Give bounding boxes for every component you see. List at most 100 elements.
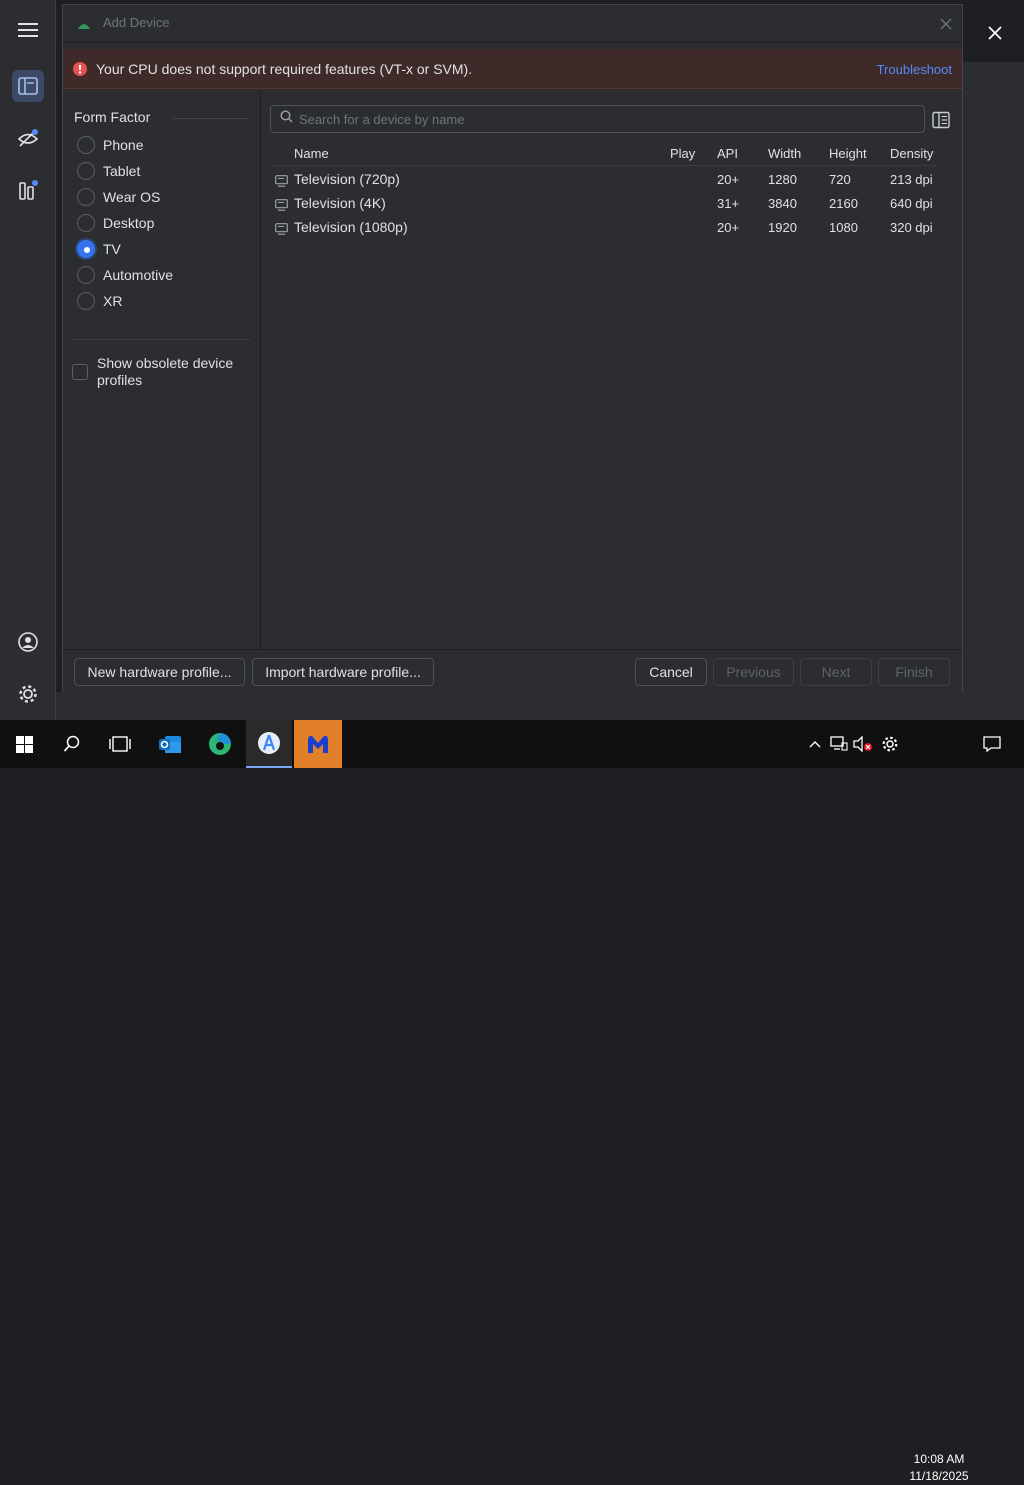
finish-button[interactable]: Finish bbox=[878, 658, 950, 686]
form-factor-label: TV bbox=[103, 241, 121, 257]
device-density: 640 dpi bbox=[890, 196, 933, 211]
search-icon[interactable] bbox=[48, 720, 96, 768]
form-factor-header: Form Factor bbox=[74, 109, 151, 125]
form-factor-phone[interactable]: Phone bbox=[77, 134, 143, 156]
device-density: 213 dpi bbox=[890, 172, 933, 187]
close-icon[interactable] bbox=[980, 18, 1010, 48]
dialog-footer: New hardware profile... Import hardware … bbox=[63, 649, 962, 692]
radio-button[interactable] bbox=[77, 292, 95, 310]
clock-date: 11/18/2025 bbox=[909, 1469, 969, 1483]
show-obsolete-label: Show obsolete device profiles bbox=[97, 355, 234, 388]
table-row[interactable]: Television (4K) 31+ 3840 2160 640 dpi bbox=[270, 192, 936, 216]
troubleshoot-link[interactable]: Troubleshoot bbox=[877, 62, 952, 77]
device-api: 20+ bbox=[717, 172, 740, 187]
device-name: Television (720p) bbox=[294, 171, 400, 187]
device-height: 720 bbox=[829, 172, 851, 187]
gear-icon[interactable] bbox=[12, 678, 44, 710]
tv-icon bbox=[275, 222, 288, 240]
device-list-pane: Name Play API Width Height Density Telev… bbox=[263, 90, 962, 649]
account-icon[interactable] bbox=[12, 626, 44, 658]
error-icon bbox=[73, 62, 87, 81]
divider bbox=[73, 339, 251, 340]
ide-left-toolbar bbox=[0, 0, 56, 720]
form-factor-tv[interactable]: TV bbox=[77, 238, 121, 260]
column-header-width[interactable]: Width bbox=[768, 146, 801, 161]
device-width: 3840 bbox=[768, 196, 797, 211]
column-header-api[interactable]: API bbox=[717, 146, 738, 161]
device-name: Television (1080p) bbox=[294, 219, 408, 235]
device-width: 1920 bbox=[768, 220, 797, 235]
tv-icon bbox=[275, 198, 288, 216]
device-density: 320 dpi bbox=[890, 220, 933, 235]
task-view-icon[interactable] bbox=[96, 720, 144, 768]
clock-time: 10:08 AM bbox=[913, 1452, 965, 1466]
show-obsolete-checkbox[interactable]: Show obsolete device profiles bbox=[72, 355, 252, 389]
form-factor-wear-os[interactable]: Wear OS bbox=[77, 186, 160, 208]
radio-button[interactable] bbox=[77, 188, 95, 206]
form-factor-xr[interactable]: XR bbox=[77, 290, 122, 312]
column-settings-icon[interactable] bbox=[932, 111, 950, 129]
radio-button[interactable] bbox=[77, 136, 95, 154]
previous-button[interactable]: Previous bbox=[713, 658, 794, 686]
radio-button-selected[interactable] bbox=[77, 240, 95, 258]
hamburger-menu-icon[interactable] bbox=[12, 14, 44, 46]
dialog-titlebar[interactable]: Add Device bbox=[63, 5, 962, 43]
radio-button[interactable] bbox=[77, 266, 95, 284]
device-manager-icon[interactable] bbox=[12, 70, 44, 102]
table-header: Name Play API Width Height Density bbox=[270, 142, 936, 166]
form-factor-label: Automotive bbox=[103, 267, 174, 283]
windows-taskbar: 10:08 AM 11/18/2025 bbox=[0, 720, 1024, 1483]
import-hardware-profile-button[interactable]: Import hardware profile... bbox=[252, 658, 434, 686]
column-header-density[interactable]: Density bbox=[890, 146, 933, 161]
device-height: 2160 bbox=[829, 196, 858, 211]
search-box[interactable] bbox=[270, 105, 925, 133]
search-input[interactable] bbox=[299, 111, 899, 127]
form-factor-pane: Form Factor Phone Tablet Wear OS Desktop… bbox=[63, 90, 261, 649]
radio-button[interactable] bbox=[77, 214, 95, 232]
android-studio-icon[interactable] bbox=[246, 720, 292, 768]
column-header-height[interactable]: Height bbox=[829, 146, 867, 161]
new-hardware-profile-button[interactable]: New hardware profile... bbox=[74, 658, 245, 686]
outlook-icon[interactable] bbox=[148, 720, 192, 768]
ide-status-strip bbox=[56, 692, 1024, 720]
table-row[interactable]: Television (720p) 20+ 1280 720 213 dpi bbox=[270, 168, 936, 192]
device-height: 1080 bbox=[829, 220, 858, 235]
windows-start-icon[interactable] bbox=[0, 720, 48, 768]
device-width: 1280 bbox=[768, 172, 797, 187]
settings-gear-icon[interactable] bbox=[879, 720, 901, 768]
device-api: 31+ bbox=[717, 196, 740, 211]
tools-icon[interactable] bbox=[12, 174, 44, 206]
network-icon[interactable] bbox=[828, 720, 850, 768]
column-header-play[interactable]: Play bbox=[670, 146, 695, 161]
column-header-name[interactable]: Name bbox=[294, 146, 329, 161]
device-api: 20+ bbox=[717, 220, 740, 235]
form-factor-label: Tablet bbox=[103, 163, 141, 179]
form-factor-label: Phone bbox=[103, 137, 144, 153]
cancel-button[interactable]: Cancel bbox=[635, 658, 707, 686]
taskbar-clock[interactable]: 10:08 AM 11/18/2025 bbox=[906, 1451, 972, 1485]
dialog-title: Add Device bbox=[103, 15, 170, 30]
device-name: Television (4K) bbox=[294, 195, 386, 211]
form-factor-automotive[interactable]: Automotive bbox=[77, 264, 173, 286]
notification-icon[interactable] bbox=[980, 720, 1004, 768]
edge-icon[interactable] bbox=[198, 720, 242, 768]
chevron-up-icon[interactable] bbox=[806, 720, 824, 768]
volume-muted-icon[interactable] bbox=[852, 720, 874, 768]
form-factor-label: XR bbox=[103, 293, 123, 309]
form-factor-tablet[interactable]: Tablet bbox=[77, 160, 140, 182]
radio-button[interactable] bbox=[77, 162, 95, 180]
table-row[interactable]: Television (1080p) 20+ 1920 1080 320 dpi bbox=[270, 216, 936, 240]
close-icon[interactable] bbox=[937, 15, 955, 33]
header-divider bbox=[173, 118, 249, 119]
checkbox[interactable] bbox=[72, 364, 88, 380]
next-button[interactable]: Next bbox=[800, 658, 872, 686]
add-device-dialog: Add Device Your CPU does not support req… bbox=[62, 4, 963, 692]
malwarebytes-icon[interactable] bbox=[294, 720, 342, 768]
cpu-error-banner: Your CPU does not support required featu… bbox=[63, 49, 962, 89]
eye-hidden-icon[interactable] bbox=[12, 122, 44, 154]
form-factor-desktop[interactable]: Desktop bbox=[77, 212, 154, 234]
search-icon bbox=[280, 110, 293, 128]
ide-right-panel bbox=[963, 62, 1024, 720]
form-factor-label: Desktop bbox=[103, 215, 155, 231]
android-logo-icon bbox=[77, 17, 91, 35]
